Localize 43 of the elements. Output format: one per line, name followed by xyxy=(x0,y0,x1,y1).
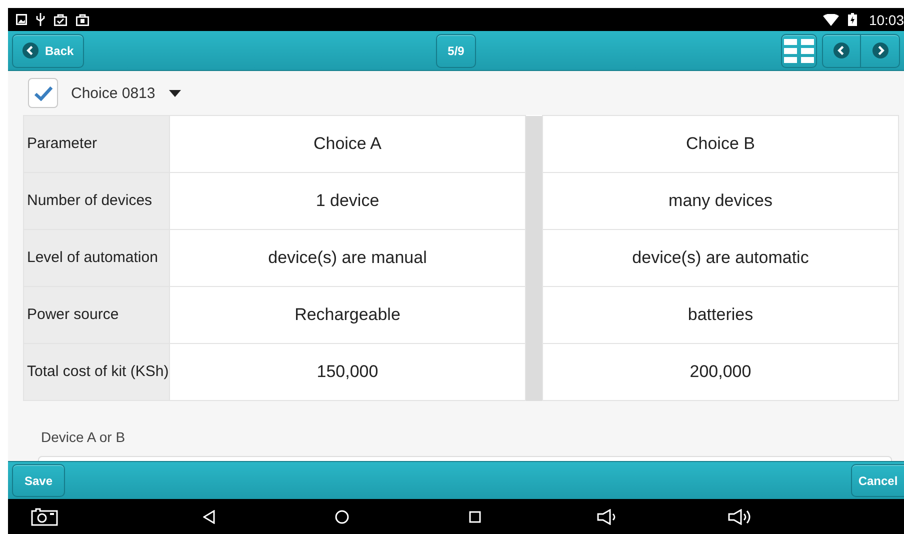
table-cell: many devices xyxy=(542,172,898,230)
column-header: Parameter xyxy=(24,116,170,172)
recents-icon[interactable] xyxy=(469,510,481,522)
briefcase-icon xyxy=(54,14,67,26)
chevron-left-icon xyxy=(833,42,850,59)
parameter-cell: Number of devices xyxy=(24,172,170,230)
checkmark-icon xyxy=(34,86,52,100)
parameter-cell: Level of automation xyxy=(24,230,170,286)
next-button[interactable] xyxy=(861,34,900,68)
battery-icon xyxy=(848,13,857,26)
image-icon xyxy=(16,14,27,25)
table-cell: Rechargeable xyxy=(170,286,526,344)
page-counter-button[interactable]: 5/9 xyxy=(436,34,476,68)
home-icon[interactable] xyxy=(335,510,349,524)
grid-icon xyxy=(783,36,815,64)
chevron-right-icon xyxy=(872,42,888,59)
back-button[interactable]: Back xyxy=(12,34,84,68)
dropdown-caret-icon[interactable] xyxy=(169,90,182,96)
chevron-left-icon xyxy=(22,42,39,59)
camera-icon[interactable] xyxy=(31,508,58,526)
cancel-button[interactable]: Cancel xyxy=(851,464,904,497)
save-button[interactable]: Save xyxy=(12,464,65,497)
previous-button[interactable] xyxy=(822,34,861,68)
choice-label: Choice 0813 xyxy=(71,84,156,102)
back-icon[interactable] xyxy=(203,510,215,524)
column-header: Choice A xyxy=(170,116,526,172)
parameter-cell: Total cost of kit (KSh) xyxy=(24,344,170,400)
briefcase-icon xyxy=(76,14,89,26)
parameter-cell: Power source xyxy=(24,286,170,344)
volume-up-icon[interactable] xyxy=(728,508,753,524)
table-cell: device(s) are manual xyxy=(170,230,526,286)
wifi-icon xyxy=(822,14,839,26)
table-cell: 150,000 xyxy=(170,344,526,400)
table-cell: 1 device xyxy=(170,172,526,230)
table-cell: batteries xyxy=(542,286,898,344)
usb-icon xyxy=(36,13,45,26)
checkbox[interactable] xyxy=(28,78,58,108)
column-header: Choice B xyxy=(542,116,898,172)
table-cell: device(s) are automatic xyxy=(542,230,898,286)
table-cell: 200,000 xyxy=(542,344,898,400)
grid-view-button[interactable] xyxy=(781,34,817,68)
question-label: Device A or B xyxy=(41,429,126,445)
clock-time: 10:03 xyxy=(868,12,904,28)
